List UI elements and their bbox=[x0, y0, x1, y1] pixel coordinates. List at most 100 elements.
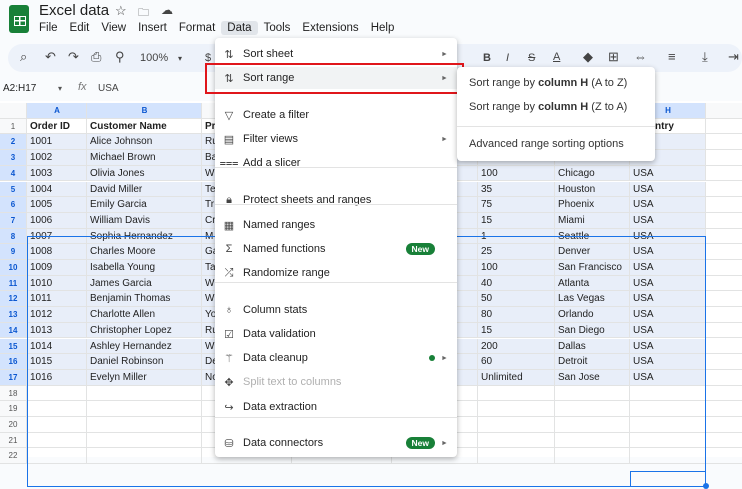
column-header[interactable] bbox=[0, 103, 27, 119]
cell[interactable] bbox=[706, 417, 742, 433]
cell-a[interactable]: 1001 bbox=[27, 134, 87, 151]
cell[interactable] bbox=[706, 213, 742, 229]
cell[interactable] bbox=[706, 354, 742, 370]
row-header[interactable]: 4 bbox=[0, 165, 27, 182]
fill-color-icon[interactable]: ◆ bbox=[583, 49, 593, 65]
data-menu-item-create-a-filter[interactable]: ▽ Create a filter bbox=[215, 104, 457, 126]
row-header[interactable]: 19 bbox=[0, 401, 27, 417]
data-menu-item-data-extraction[interactable]: ↪ Data extraction bbox=[215, 396, 457, 418]
cell[interactable] bbox=[706, 307, 742, 323]
cell[interactable] bbox=[706, 386, 742, 402]
bold-icon[interactable]: B bbox=[483, 52, 491, 64]
row-header[interactable]: 13 bbox=[0, 307, 27, 323]
row-header[interactable]: 5 bbox=[0, 181, 27, 198]
cell-b[interactable]: Emily Garcia bbox=[87, 197, 202, 213]
cell-b[interactable]: Alice Johnson bbox=[87, 134, 202, 151]
row-header[interactable]: 8 bbox=[0, 228, 27, 245]
chevron-down-icon[interactable]: ▾ bbox=[178, 54, 182, 63]
cell[interactable] bbox=[706, 134, 742, 151]
data-menu-item-named-ranges[interactable]: ▦ Named ranges bbox=[215, 214, 457, 236]
italic-icon[interactable]: I bbox=[506, 52, 509, 64]
column-header-a[interactable]: A bbox=[27, 103, 87, 119]
menu-extensions[interactable]: Extensions bbox=[296, 21, 364, 35]
cell[interactable] bbox=[706, 433, 742, 449]
cell-f[interactable]: 75 bbox=[478, 197, 555, 213]
cell[interactable] bbox=[706, 276, 742, 292]
data-menu-item-column-stats[interactable]: ♁ Column stats bbox=[215, 299, 457, 321]
cell-a[interactable]: 1003 bbox=[27, 165, 87, 182]
cell-f[interactable]: 100 bbox=[478, 165, 555, 182]
column-header-b[interactable]: B bbox=[87, 103, 202, 119]
row-header[interactable]: 21 bbox=[0, 432, 27, 449]
cell[interactable] bbox=[706, 448, 742, 465]
name-box[interactable]: A2:H17 bbox=[3, 83, 36, 94]
menu-help[interactable]: Help bbox=[365, 21, 401, 35]
cell[interactable] bbox=[706, 229, 742, 245]
row-header[interactable]: 3 bbox=[0, 150, 27, 166]
row-header[interactable]: 20 bbox=[0, 417, 27, 433]
name-box-dropdown-icon[interactable]: ▾ bbox=[58, 84, 62, 93]
sheets-logo[interactable] bbox=[9, 5, 29, 33]
row-header[interactable]: 1 bbox=[0, 118, 27, 135]
menu-insert[interactable]: Insert bbox=[132, 21, 173, 35]
data-menu-item-data-connectors[interactable]: ⛁ Data connectors New ► bbox=[215, 432, 457, 454]
row-header[interactable]: 10 bbox=[0, 260, 27, 276]
menu-tools[interactable]: Tools bbox=[258, 21, 297, 35]
cell-g[interactable]: Chicago bbox=[555, 165, 630, 182]
column-header[interactable] bbox=[706, 103, 742, 119]
paint-format-icon[interactable]: ⚲ bbox=[115, 49, 125, 65]
cell-a[interactable]: 1006 bbox=[27, 212, 87, 229]
data-menu-item-add-a-slicer[interactable]: ⩶ Add a slicer bbox=[215, 152, 457, 174]
borders-icon[interactable]: ⊞ bbox=[608, 49, 619, 65]
undo-icon[interactable]: ↶ bbox=[45, 49, 56, 65]
document-title[interactable]: Excel data bbox=[39, 2, 109, 19]
row-header[interactable]: 6 bbox=[0, 197, 27, 213]
row-header[interactable]: 18 bbox=[0, 385, 27, 402]
cell[interactable] bbox=[706, 339, 742, 355]
cell-h[interactable]: USA bbox=[630, 212, 706, 229]
star-icon[interactable]: ☆ bbox=[115, 3, 127, 19]
cell[interactable] bbox=[706, 150, 742, 166]
align-icon[interactable]: ≡ bbox=[668, 49, 676, 64]
cloud-saved-icon[interactable]: ☁ bbox=[161, 3, 173, 17]
row-header[interactable]: 2 bbox=[0, 134, 27, 151]
sort-option[interactable]: Sort range by column H (Z to A) bbox=[469, 101, 627, 113]
cell-g[interactable]: Phoenix bbox=[555, 197, 630, 213]
cell[interactable] bbox=[706, 166, 742, 182]
zoom-select[interactable]: 100% bbox=[140, 52, 168, 64]
cell-b[interactable]: David Miller bbox=[87, 181, 202, 198]
cell-a[interactable]: 1002 bbox=[27, 150, 87, 166]
sort-option[interactable]: Sort range by column H (A to Z) bbox=[469, 77, 627, 89]
vertical-align-icon[interactable]: ⤓ bbox=[702, 49, 708, 65]
cell[interactable] bbox=[706, 291, 742, 308]
cell[interactable] bbox=[706, 197, 742, 213]
redo-icon[interactable]: ↷ bbox=[68, 49, 79, 65]
cell-g[interactable]: Miami bbox=[555, 212, 630, 229]
sort-option[interactable]: Advanced range sorting options bbox=[469, 138, 624, 150]
cell[interactable] bbox=[706, 323, 742, 339]
cell-b[interactable]: Olivia Jones bbox=[87, 165, 202, 182]
row-header[interactable]: 7 bbox=[0, 212, 27, 229]
cell-h[interactable]: USA bbox=[630, 165, 706, 182]
data-menu-item-data-cleanup[interactable]: ⚚ Data cleanup ► bbox=[215, 347, 457, 369]
menu-edit[interactable]: Edit bbox=[64, 21, 96, 35]
print-icon[interactable]: ⎙ bbox=[91, 49, 101, 65]
cell-b[interactable]: Michael Brown bbox=[87, 150, 202, 166]
cell-a[interactable]: 1005 bbox=[27, 197, 87, 213]
cell[interactable] bbox=[706, 260, 742, 276]
row-header[interactable]: 12 bbox=[0, 291, 27, 308]
data-menu-item-named-functions[interactable]: Σ Named functions New bbox=[215, 238, 457, 260]
menu-data[interactable]: Data bbox=[221, 21, 258, 35]
cell[interactable] bbox=[706, 370, 742, 386]
menu-view[interactable]: View bbox=[95, 21, 132, 35]
cell-f[interactable]: 35 bbox=[478, 181, 555, 198]
cell-h[interactable]: USA bbox=[630, 197, 706, 213]
row-header[interactable]: 16 bbox=[0, 354, 27, 370]
data-menu-item-protect-sheets-and-ranges[interactable]: 🔒︎ Protect sheets and ranges bbox=[215, 189, 457, 211]
row-header[interactable]: 14 bbox=[0, 322, 27, 339]
wrap-icon[interactable]: ⇥ bbox=[728, 49, 739, 65]
cell-a[interactable]: 1004 bbox=[27, 181, 87, 198]
data-menu-item-sort-sheet[interactable]: ⇅ Sort sheet ► bbox=[215, 43, 457, 65]
cell[interactable] bbox=[706, 182, 742, 198]
fill-handle[interactable] bbox=[703, 483, 709, 489]
